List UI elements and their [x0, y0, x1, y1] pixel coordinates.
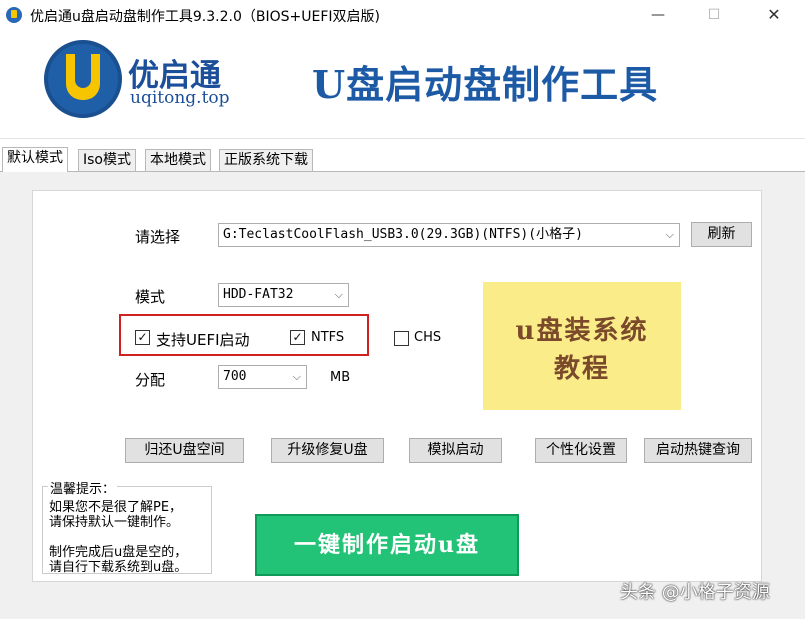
chevron-down-icon: ⌵ — [334, 288, 343, 301]
tips-line: 请保持默认一键制作。 — [49, 515, 180, 530]
mode-select-value: HDD-FAT32 — [223, 287, 294, 302]
close-button[interactable]: ✕ — [751, 0, 797, 30]
simulate-boot-button[interactable]: 模拟启动 — [409, 438, 502, 463]
one-click-make-button[interactable]: 一键制作启动u盘 — [255, 514, 519, 576]
tutorial-banner-line1: u盘装系统 — [515, 316, 649, 346]
tab-genuine-download[interactable]: 正版系统下载 — [219, 149, 313, 171]
alloc-label: 分配 — [135, 371, 166, 389]
banner-divider — [0, 138, 805, 139]
tutorial-banner[interactable]: u盘装系统 教程 — [483, 282, 681, 410]
ntfs-checkbox-label[interactable]: NTFS — [311, 330, 344, 345]
mode-label: 模式 — [135, 288, 166, 306]
maximize-button[interactable]: ☐ — [691, 0, 737, 30]
tutorial-banner-line2: 教程 — [553, 354, 610, 384]
chevron-down-icon: ⌵ — [665, 228, 674, 241]
app-icon — [6, 7, 22, 23]
minimize-button[interactable]: — — [635, 0, 681, 30]
title-bar: 优启通u盘启动盘制作工具9.3.2.0（BIOS+UEFI双启版) — ☐ ✕ — [0, 0, 805, 30]
alloc-select-value: 700 — [223, 369, 247, 384]
usb-u-icon — [66, 54, 100, 100]
alloc-unit: MB — [330, 370, 351, 385]
device-select-value: G:TeclastCoolFlash_USB3.0(29.3GB)(NTFS)(… — [223, 227, 583, 242]
tips-line: 如果您不是很了解PE， — [49, 500, 183, 515]
uefi-checkbox-label[interactable]: 支持UEFI启动 — [156, 329, 250, 350]
refresh-button[interactable]: 刷新 — [691, 222, 752, 247]
restore-usb-space-button[interactable]: 归还U盘空间 — [125, 438, 244, 463]
ntfs-checkbox[interactable]: ✓ — [290, 330, 305, 345]
upgrade-repair-usb-button[interactable]: 升级修复U盘 — [271, 438, 384, 463]
chevron-down-icon: ⌵ — [292, 370, 301, 383]
personalize-settings-button[interactable]: 个性化设置 — [535, 438, 627, 463]
uefi-checkbox[interactable]: ✓ — [135, 330, 150, 345]
logo-url: uqitong.top — [130, 88, 230, 108]
tab-iso-mode[interactable]: Iso模式 — [78, 149, 136, 171]
select-label: 请选择 — [135, 228, 181, 246]
alloc-select[interactable]: 700 ⌵ — [218, 365, 307, 389]
chs-checkbox[interactable] — [394, 331, 409, 346]
tab-local-mode[interactable]: 本地模式 — [145, 149, 211, 171]
window-title: 优启通u盘启动盘制作工具9.3.2.0（BIOS+UEFI双启版) — [30, 9, 380, 25]
mode-select[interactable]: HDD-FAT32 ⌵ — [218, 283, 349, 307]
tips-title: 温馨提示： — [48, 478, 118, 497]
boot-hotkey-query-button[interactable]: 启动热键查询 — [644, 438, 752, 463]
banner: 优启通 uqitong.top U盘启动盘制作工具 — [0, 30, 805, 139]
watermark: 头条 @小格子资源 — [620, 582, 770, 603]
tab-default-mode[interactable]: 默认模式 — [2, 147, 68, 172]
chs-checkbox-label[interactable]: CHS — [414, 330, 441, 345]
device-select[interactable]: G:TeclastCoolFlash_USB3.0(29.3GB)(NTFS)(… — [218, 223, 680, 247]
banner-title: U盘启动盘制作工具 — [312, 62, 659, 107]
tips-line: 制作完成后u盘是空的， — [49, 545, 188, 560]
tips-line: 请自行下载系统到u盘。 — [49, 560, 188, 575]
logo-icon — [44, 40, 122, 118]
